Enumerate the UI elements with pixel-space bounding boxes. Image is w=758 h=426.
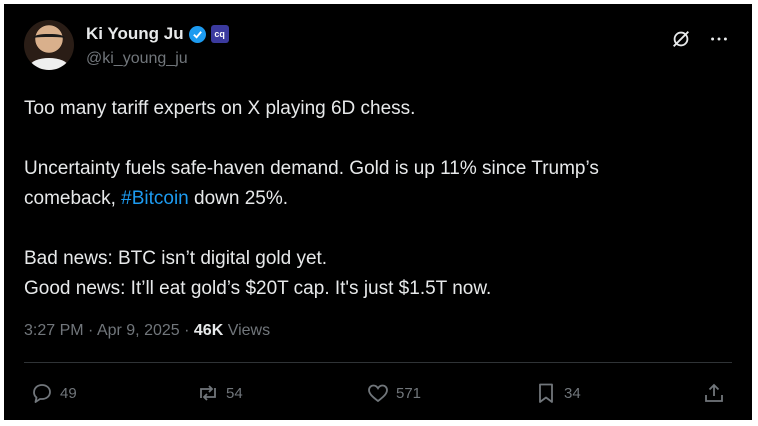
- views-count: 46K: [193, 322, 224, 339]
- repost-icon: [200, 385, 216, 401]
- author-handle[interactable]: @ki_young_ju: [86, 50, 188, 68]
- reply-icon: [33, 384, 51, 403]
- tweet-text-segment: down 25%.: [188, 188, 289, 209]
- bookmark-count: 34: [564, 384, 581, 402]
- bookmark-icon: [539, 383, 553, 403]
- author-row: Ki Young Ju cq: [86, 24, 229, 44]
- views-label: Views: [223, 322, 271, 339]
- tweet-meta: 3:27 PM · Apr 9, 2025 · 46K Views: [24, 322, 270, 340]
- action-bar: 49 54 571 34: [24, 381, 734, 407]
- meta-separator: ·: [179, 322, 194, 339]
- reply-button[interactable]: 49: [30, 381, 77, 405]
- tweet-line: Too many tariff experts on X playing 6D …: [24, 98, 416, 119]
- share-button[interactable]: [702, 381, 726, 405]
- avatar[interactable]: [24, 20, 74, 70]
- tweet-line: comeback, #Bitcoin down 25%.: [24, 184, 724, 214]
- like-count: 571: [396, 384, 422, 402]
- affiliation-badge[interactable]: cq: [210, 25, 229, 43]
- meta-separator: ·: [83, 322, 97, 339]
- bookmark-button[interactable]: 34: [534, 381, 581, 405]
- repost-button[interactable]: 54: [196, 381, 243, 405]
- tweet-line: Bad news: BTC isn’t digital gold yet.: [24, 248, 328, 269]
- tweet-text: Too many tariff experts on X playing 6D …: [24, 94, 724, 304]
- author-name[interactable]: Ki Young Ju: [86, 24, 184, 44]
- verified-check-icon: [188, 25, 206, 43]
- tweet-date[interactable]: Apr 9, 2025: [97, 322, 180, 339]
- tweet-card: Ki Young Ju cq @ki_young_ju Too many tar…: [4, 4, 752, 420]
- share-icon: [705, 383, 723, 402]
- repost-count: 54: [226, 384, 243, 402]
- like-button[interactable]: 571: [366, 381, 421, 405]
- tweet-text-segment: comeback,: [24, 188, 122, 209]
- more-icon[interactable]: [708, 28, 730, 50]
- divider: [24, 362, 732, 363]
- tweet-line: Uncertainty fuels safe-haven demand. Gol…: [24, 158, 599, 179]
- grok-icon[interactable]: [670, 28, 692, 50]
- tweet-line: Good news: It’ll eat gold’s $20T cap. It…: [24, 278, 492, 299]
- tweet-time[interactable]: 3:27 PM: [24, 322, 84, 339]
- reply-count: 49: [60, 384, 77, 402]
- heart-icon: [368, 384, 388, 403]
- hashtag-link[interactable]: #Bitcoin: [121, 188, 189, 209]
